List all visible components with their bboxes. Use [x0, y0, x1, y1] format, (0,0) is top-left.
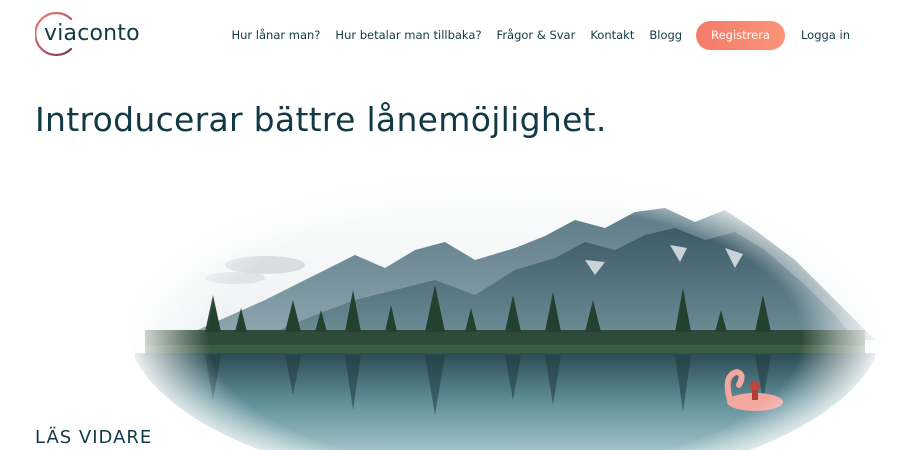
nav-link-how-to-repay[interactable]: Hur betalar man tillbaka?	[335, 28, 481, 42]
main-nav: Hur lånar man? Hur betalar man tillbaka?…	[231, 20, 850, 50]
hero-title: Introducerar bättre lånemöjlighet.	[35, 100, 607, 139]
nav-link-how-to-borrow[interactable]: Hur lånar man?	[231, 28, 320, 42]
site-header: viaconto Hur lånar man? Hur betalar man …	[0, 0, 900, 68]
hero-landscape-image	[115, 150, 895, 450]
brand-name: viaconto	[44, 21, 140, 46]
nav-link-faq[interactable]: Frågor & Svar	[497, 28, 576, 42]
login-link[interactable]: Logga in	[801, 28, 850, 42]
page: viaconto Hur lånar man? Hur betalar man …	[0, 0, 900, 450]
nav-link-blog[interactable]: Blogg	[649, 28, 682, 42]
register-button[interactable]: Registrera	[696, 20, 785, 50]
nav-link-contact[interactable]: Kontakt	[590, 28, 634, 42]
brand-logo[interactable]: viaconto	[35, 11, 140, 57]
read-more-link[interactable]: LÄS VIDARE	[35, 427, 152, 448]
